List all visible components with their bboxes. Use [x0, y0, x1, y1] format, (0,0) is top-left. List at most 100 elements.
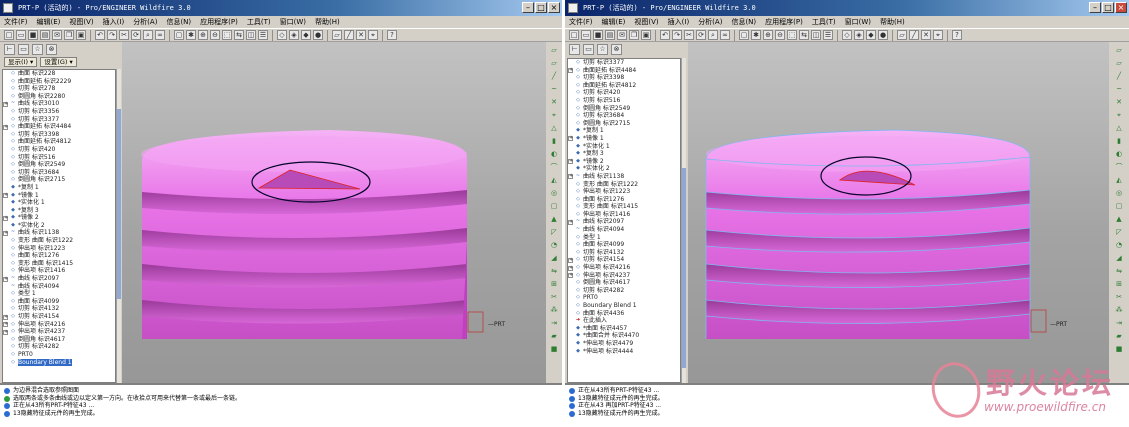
- tree-item[interactable]: ◆ *实体化 2: [568, 165, 680, 173]
- menu-view[interactable]: 视图(V): [634, 17, 658, 27]
- refit-icon[interactable]: ⬚: [787, 30, 797, 40]
- scrollbar-thumb[interactable]: [117, 109, 121, 299]
- tree-item[interactable]: ◆ *实体化 1: [3, 199, 115, 207]
- datum-point-icon[interactable]: ✕: [549, 98, 559, 107]
- sweep-icon[interactable]: ⌒: [549, 163, 559, 172]
- model-view[interactable]: —PRT: [688, 42, 1109, 339]
- scrollbar-thumb[interactable]: [682, 168, 686, 368]
- email-icon[interactable]: ✉: [52, 30, 62, 40]
- merge-icon[interactable]: ⊞: [549, 280, 559, 289]
- zoom-out-icon[interactable]: ⊖: [775, 30, 785, 40]
- rib-icon[interactable]: ▲: [549, 215, 559, 224]
- menu-help[interactable]: 帮助(H): [880, 17, 905, 27]
- reorient-icon[interactable]: ⇆: [799, 30, 809, 40]
- expand-toggle-icon[interactable]: +: [3, 193, 8, 198]
- tree-item[interactable]: ◇ 切剪 标识3356: [3, 108, 115, 116]
- tree-item[interactable]: ◆ *伸出项 标识4444: [568, 348, 680, 356]
- connections-icon[interactable]: ⊗: [611, 43, 622, 55]
- pattern-icon[interactable]: ⁂: [1114, 306, 1124, 315]
- extrude-icon[interactable]: ▮: [549, 137, 559, 146]
- tree-item[interactable]: ➜ 在此插入: [568, 317, 680, 325]
- shading-icon[interactable]: ●: [313, 30, 323, 40]
- folder-browser-icon[interactable]: ▭: [583, 43, 594, 55]
- chamfer-icon[interactable]: ◢: [549, 254, 559, 263]
- tree-item[interactable]: ◇ 曲面延拓 标识4812: [3, 138, 115, 146]
- paste-icon[interactable]: ▣: [641, 30, 651, 40]
- paste-icon[interactable]: ▣: [76, 30, 86, 40]
- cut-icon[interactable]: ✂: [684, 30, 694, 40]
- revolve-icon[interactable]: ◐: [1114, 150, 1124, 159]
- datum-axis-icon[interactable]: ╱: [1114, 72, 1124, 81]
- tree-item[interactable]: ◇ 切剪 标识4282: [3, 343, 115, 351]
- expand-toggle-icon[interactable]: +: [3, 230, 8, 236]
- datum-planes-icon[interactable]: ▱: [332, 30, 342, 40]
- tree-scrollbar[interactable]: [681, 58, 686, 383]
- zoom-in-icon[interactable]: ⊕: [198, 30, 208, 40]
- tree-item[interactable]: + ~ 曲线 标识1138: [568, 173, 680, 181]
- tree-item[interactable]: ◇ 倒圆角 标识2715: [3, 176, 115, 184]
- refit-icon[interactable]: ⬚: [222, 30, 232, 40]
- revolve-icon[interactable]: ◐: [549, 150, 559, 159]
- model-tree-icon[interactable]: ⊢: [4, 43, 15, 55]
- datum-plane-icon[interactable]: ▱: [549, 59, 559, 68]
- datum-point-icon[interactable]: ✕: [1114, 98, 1124, 107]
- tree-item[interactable]: + ◇ 切剪 标识4154: [568, 256, 680, 264]
- coordinate-icon[interactable]: ⌖: [1114, 111, 1124, 120]
- tree-item[interactable]: + ◇ 伸出项 标识4216: [568, 264, 680, 272]
- tree-item[interactable]: ◇ 切剪 标识516: [568, 97, 680, 105]
- regenerate-icon[interactable]: ⟳: [131, 30, 141, 40]
- menu-edit[interactable]: 编辑(E): [602, 17, 626, 27]
- email-icon[interactable]: ✉: [617, 30, 627, 40]
- cut-icon[interactable]: ✂: [119, 30, 129, 40]
- layers-icon[interactable]: ☰: [823, 30, 833, 40]
- mirror-icon[interactable]: ⇋: [1114, 267, 1124, 276]
- undo-icon[interactable]: ↶: [95, 30, 105, 40]
- hidden-line-icon[interactable]: ◈: [289, 30, 299, 40]
- tree-item[interactable]: + ◆ *镜像 1: [3, 192, 115, 200]
- maximize-button[interactable]: □: [1102, 2, 1114, 13]
- expand-toggle-icon[interactable]: +: [568, 273, 573, 279]
- blend-icon[interactable]: ◭: [549, 176, 559, 185]
- menu-view[interactable]: 视图(V): [69, 17, 93, 27]
- no-hidden-icon[interactable]: ◆: [866, 30, 876, 40]
- menu-tools[interactable]: 工具(T): [247, 17, 271, 27]
- tree-item[interactable]: ◇ 切剪 标识3684: [568, 112, 680, 120]
- tree-item[interactable]: ◇ 倒圆角 标识4617: [568, 279, 680, 287]
- tree-item[interactable]: + ~ 曲线 标识1138: [3, 229, 115, 237]
- tree-item[interactable]: ◆ *伸出项 标识4479: [568, 340, 680, 348]
- spin-center-icon[interactable]: ✱: [186, 30, 196, 40]
- datum-points-icon[interactable]: ✕: [356, 30, 366, 40]
- tree-item[interactable]: + ◇ 伸出项 标识4237: [3, 328, 115, 336]
- spin-center-icon[interactable]: ✱: [751, 30, 761, 40]
- sweep-icon[interactable]: ⌒: [1114, 163, 1124, 172]
- pattern-icon[interactable]: ⁂: [549, 306, 559, 315]
- coordinate-icon[interactable]: ⌖: [549, 111, 559, 120]
- minimize-button[interactable]: –: [1089, 2, 1101, 13]
- repaint-icon[interactable]: ▢: [174, 30, 184, 40]
- copy-icon[interactable]: ❐: [64, 30, 74, 40]
- graphics-window[interactable]: —PRT: [688, 42, 1109, 383]
- menu-window[interactable]: 窗口(W): [280, 17, 306, 27]
- menu-analysis[interactable]: 分析(A): [133, 17, 157, 27]
- tree-item[interactable]: ◇ 变形 曲面 标识1415: [568, 203, 680, 211]
- tree-item[interactable]: ◇ 倒圆角 标识2549: [3, 161, 115, 169]
- menu-analysis[interactable]: 分析(A): [698, 17, 722, 27]
- layers-icon[interactable]: ☰: [258, 30, 268, 40]
- menu-file[interactable]: 文件(F): [4, 17, 28, 27]
- tree-item[interactable]: ◇ PRT0: [3, 351, 115, 359]
- menu-info[interactable]: 信息(N): [166, 17, 191, 27]
- expand-toggle-icon[interactable]: +: [568, 257, 573, 263]
- tree-item[interactable]: ◇ 伸出项 标识1416: [3, 267, 115, 275]
- tree-item[interactable]: ◇ 曲面 标识1276: [3, 252, 115, 260]
- expand-toggle-icon[interactable]: +: [568, 159, 573, 165]
- trim-icon[interactable]: ✂: [1114, 293, 1124, 302]
- datum-points-icon[interactable]: ✕: [921, 30, 931, 40]
- hidden-line-icon[interactable]: ◈: [854, 30, 864, 40]
- save-icon[interactable]: ■: [28, 30, 38, 40]
- thicken-icon[interactable]: ▰: [1114, 332, 1124, 341]
- menu-info[interactable]: 信息(N): [731, 17, 756, 27]
- expand-toggle-icon[interactable]: +: [568, 136, 573, 142]
- tree-item[interactable]: ◆ *复制 3: [568, 150, 680, 158]
- menu-insert[interactable]: 插入(I): [103, 17, 125, 27]
- favorites-icon[interactable]: ☆: [32, 43, 43, 55]
